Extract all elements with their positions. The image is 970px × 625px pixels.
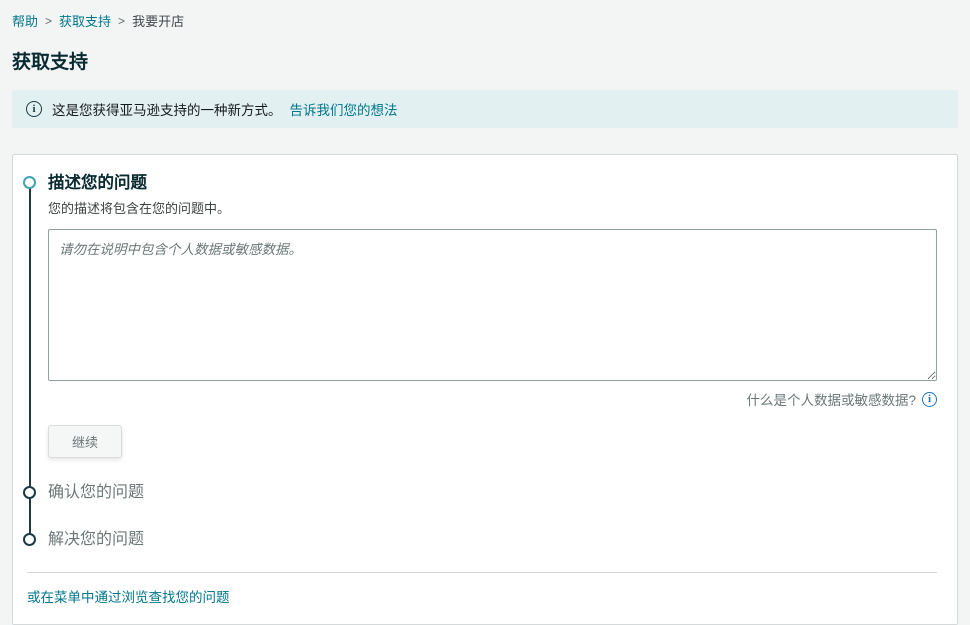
card-divider — [27, 572, 937, 573]
hint-row: 什么是个人数据或敏感数据? i — [48, 389, 937, 409]
step-body: 确认您的问题 — [48, 481, 937, 505]
breadcrumb-separator: > — [45, 14, 52, 28]
support-card: 描述您的问题 您的描述将包含在您的问题中。 什么是个人数据或敏感数据? i 继续… — [12, 154, 958, 625]
breadcrumb-link-get-support[interactable]: 获取支持 — [59, 11, 111, 30]
issue-description-textarea[interactable] — [48, 229, 937, 381]
feedback-link[interactable]: 告诉我们您的想法 — [290, 99, 398, 119]
breadcrumb-separator: > — [118, 14, 125, 28]
step-resolve-issue: 解决您的问题 — [23, 528, 937, 552]
step-body: 解决您的问题 — [48, 528, 937, 552]
step-circle-active — [23, 176, 36, 189]
step-circle — [23, 486, 36, 499]
info-icon[interactable]: i — [922, 392, 937, 407]
step-subtitle: 您的描述将包含在您的问题中。 — [48, 198, 937, 217]
step-label: 解决您的问题 — [48, 528, 937, 552]
continue-button[interactable]: 继续 — [48, 425, 122, 458]
breadcrumb: 帮助 > 获取支持 > 我要开店 — [12, 11, 958, 30]
info-banner: i 这是您获得亚马逊支持的一种新方式。 告诉我们您的想法 — [12, 90, 958, 128]
stepper: 描述您的问题 您的描述将包含在您的问题中。 什么是个人数据或敏感数据? i 继续… — [23, 171, 937, 552]
info-icon: i — [26, 101, 42, 117]
banner-text: 这是您获得亚马逊支持的一种新方式。 — [52, 99, 282, 119]
browse-menu-link[interactable]: 或在菜单中通过浏览查找您的问题 — [27, 586, 230, 606]
step-body: 描述您的问题 您的描述将包含在您的问题中。 什么是个人数据或敏感数据? i 继续 — [48, 171, 937, 458]
step-confirm-issue: 确认您的问题 — [23, 481, 937, 505]
personal-data-hint-label: 什么是个人数据或敏感数据? — [746, 389, 916, 409]
breadcrumb-link-help[interactable]: 帮助 — [12, 11, 38, 30]
page-title: 获取支持 — [12, 47, 958, 74]
step-circle — [23, 533, 36, 546]
step-label: 确认您的问题 — [48, 481, 937, 505]
step-title: 描述您的问题 — [48, 171, 937, 195]
step-describe-issue: 描述您的问题 您的描述将包含在您的问题中。 什么是个人数据或敏感数据? i 继续 — [23, 171, 937, 458]
breadcrumb-current: 我要开店 — [132, 11, 184, 30]
